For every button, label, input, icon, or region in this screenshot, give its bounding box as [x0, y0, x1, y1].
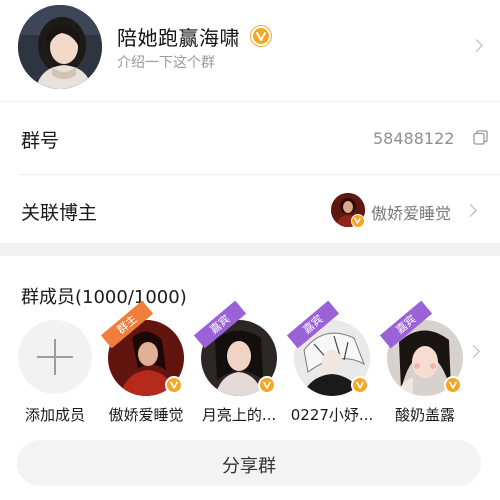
- group-description: 介绍一下这个群: [117, 55, 215, 71]
- add-member-label[interactable]: 添加成员: [18, 404, 92, 425]
- chevron-right-icon: [470, 39, 483, 52]
- verified-badge-icon: [351, 376, 369, 394]
- section-separator: [0, 243, 500, 256]
- verified-badge-icon: [444, 376, 462, 394]
- copy-icon[interactable]: [473, 130, 488, 145]
- linked-blogger-name: 傲娇爱睡觉: [371, 204, 452, 223]
- share-group-label: 分享群: [222, 456, 276, 477]
- member-name[interactable]: 酸奶盖露: [380, 404, 470, 425]
- verified-badge-icon: [351, 214, 365, 228]
- verified-badge-icon: [258, 376, 276, 394]
- member-name[interactable]: 0227小妤...: [287, 404, 377, 425]
- plus-icon: [54, 339, 56, 375]
- group-header[interactable]: 陪她跑赢海啸 介绍一下这个群: [0, 0, 500, 101]
- group-number-row[interactable]: 群号 58488122: [0, 102, 500, 174]
- members-title[interactable]: 群成员(1000/1000): [21, 283, 187, 309]
- linked-blogger-label: 关联博主: [21, 202, 98, 224]
- verified-badge-icon: [165, 376, 183, 394]
- verified-badge-icon: [251, 26, 271, 46]
- linked-blogger-row[interactable]: 关联博主 傲娇爱睡觉: [0, 175, 500, 243]
- share-group-button[interactable]: 分享群: [17, 440, 481, 486]
- group-number-label: 群号: [21, 130, 60, 152]
- chevron-right-icon[interactable]: [467, 345, 480, 358]
- group-avatar[interactable]: [18, 5, 102, 89]
- member-name[interactable]: 月亮上的...: [194, 404, 284, 425]
- group-name: 陪她跑赢海啸: [117, 26, 240, 50]
- member-name[interactable]: 傲娇爱睡觉: [101, 404, 191, 425]
- group-number-value: 58488122: [373, 129, 455, 148]
